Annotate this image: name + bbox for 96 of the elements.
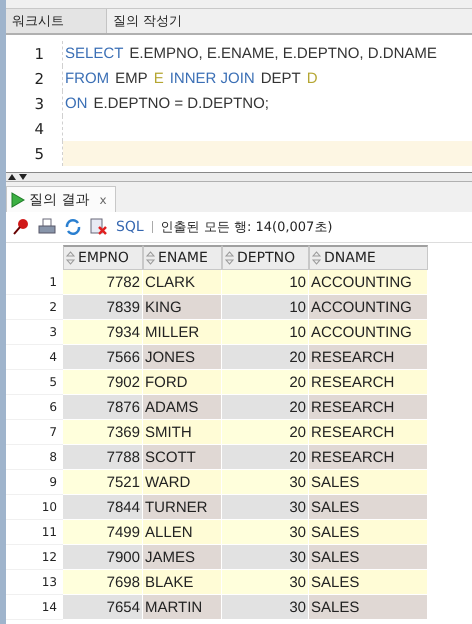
- table-cell: SALES: [309, 495, 428, 520]
- table-cell: SALES: [309, 545, 428, 570]
- table-cell: WARD: [143, 470, 222, 495]
- table-cell: RESEARCH: [309, 345, 428, 370]
- sort-icon: [146, 251, 155, 265]
- editor-tab[interactable]: 워크시트: [6, 9, 107, 33]
- sort-icon: [225, 251, 234, 265]
- column-header[interactable]: DEPTNO: [222, 245, 309, 270]
- table-cell: 7566: [63, 345, 143, 370]
- table-cell: KING: [143, 295, 222, 320]
- column-header[interactable]: ENAME: [143, 245, 222, 270]
- table-cell: ACCOUNTING: [309, 270, 428, 295]
- code-token: FROM: [65, 70, 110, 87]
- code-token: SELECT: [65, 45, 124, 62]
- table-cell: 7934: [63, 320, 143, 345]
- table-cell: ACCOUNTING: [309, 295, 428, 320]
- column-header[interactable]: EMPNO: [63, 245, 143, 270]
- table-cell: SALES: [309, 520, 428, 545]
- table-cell: 7844: [63, 495, 143, 520]
- results-tab[interactable]: 질의 결과 x: [6, 186, 116, 212]
- tab-label: 질의 결과: [29, 190, 90, 208]
- play-icon: [11, 192, 25, 208]
- close-icon[interactable]: x: [99, 192, 107, 206]
- fetch-status: 인출된 모든 행: 14(0,007초): [160, 219, 332, 236]
- table-cell: FORD: [143, 370, 222, 395]
- sql-editor[interactable]: 1 SELECT E.EMPNO, E.ENAME, E.DEPTNO, D.DNAME 2 FROM EMP E INNER JOIN DEPT D 3 ON E.DEPTNO = D.DEPTNO; 4 5: [6, 35, 472, 173]
- table-cell: 10: [222, 320, 309, 345]
- table-cell: 7698: [63, 570, 143, 595]
- splitter-arrows-icon[interactable]: [8, 174, 28, 180]
- code-token: ON: [65, 95, 88, 112]
- table-cell: SMITH: [143, 420, 222, 445]
- line-number: 4: [33, 120, 44, 138]
- printer-icon[interactable]: [38, 218, 56, 236]
- table-cell: 10: [222, 270, 309, 295]
- table-cell: SCOTT: [143, 445, 222, 470]
- line-number: 1: [33, 44, 44, 62]
- code-token: EMP: [115, 70, 148, 87]
- table-cell: 7654: [63, 595, 143, 620]
- table-cell: 20: [222, 345, 309, 370]
- table-cell: 7839: [63, 295, 143, 320]
- clear-document-icon[interactable]: [90, 218, 108, 236]
- code-token: D: [306, 70, 318, 87]
- table-cell: SALES: [309, 595, 428, 620]
- table-cell: 7782: [63, 270, 143, 295]
- table-cell: JONES: [143, 345, 222, 370]
- table-cell: MARTIN: [143, 595, 222, 620]
- table-cell: 7369: [63, 420, 143, 445]
- table-cell: 10: [222, 295, 309, 320]
- table-cell: ACCOUNTING: [309, 320, 428, 345]
- table-cell: RESEARCH: [309, 395, 428, 420]
- column-title: ENAME: [158, 250, 208, 266]
- table-cell: MILLER: [143, 320, 222, 345]
- table-cell: 30: [222, 520, 309, 545]
- table-cell: 7900: [63, 545, 143, 570]
- table-cell: 7499: [63, 520, 143, 545]
- table-cell: JAMES: [143, 545, 222, 570]
- sort-icon: [66, 251, 75, 265]
- table-cell: 30: [222, 595, 309, 620]
- table-cell: TURNER: [143, 495, 222, 520]
- table-cell: 7876: [63, 395, 143, 420]
- table-cell: SALES: [309, 570, 428, 595]
- column-header[interactable]: DNAME: [309, 245, 428, 270]
- sort-icon: [312, 251, 321, 265]
- column-title: EMPNO: [78, 250, 129, 266]
- table-cell: RESEARCH: [309, 370, 428, 395]
- table-cell: 30: [222, 545, 309, 570]
- refresh-icon[interactable]: [64, 218, 82, 236]
- line-number: 2: [33, 70, 44, 88]
- line-number: 3: [33, 94, 44, 112]
- table-cell: 7788: [63, 445, 143, 470]
- code-token: E.DEPTNO = D.DEPTNO;: [94, 95, 269, 112]
- sql-link[interactable]: SQL: [116, 219, 144, 235]
- column-title: DEPTNO: [237, 250, 296, 266]
- table-cell: BLAKE: [143, 570, 222, 595]
- table-cell: 30: [222, 470, 309, 495]
- column-title: DNAME: [324, 250, 376, 266]
- code-token: DEPT: [260, 70, 301, 87]
- table-cell: 7902: [63, 370, 143, 395]
- table-cell: 20: [222, 395, 309, 420]
- table-cell: 30: [222, 495, 309, 520]
- pin-icon[interactable]: [12, 218, 30, 236]
- table-cell: 7521: [63, 470, 143, 495]
- table-cell: 30: [222, 570, 309, 595]
- code-token: E.EMPNO, E.ENAME, E.DEPTNO, D.DNAME: [129, 45, 437, 62]
- code-token: E: [154, 70, 164, 87]
- table-cell: ALLEN: [143, 520, 222, 545]
- table-cell: RESEARCH: [309, 420, 428, 445]
- table-cell: 20: [222, 420, 309, 445]
- table-cell: CLARK: [143, 270, 222, 295]
- table-cell: 20: [222, 370, 309, 395]
- table-cell: SALES: [309, 470, 428, 495]
- line-number: 5: [33, 144, 44, 162]
- table-cell: ADAMS: [143, 395, 222, 420]
- table-cell: RESEARCH: [309, 445, 428, 470]
- code-token: INNER JOIN: [170, 70, 255, 87]
- table-cell: 20: [222, 445, 309, 470]
